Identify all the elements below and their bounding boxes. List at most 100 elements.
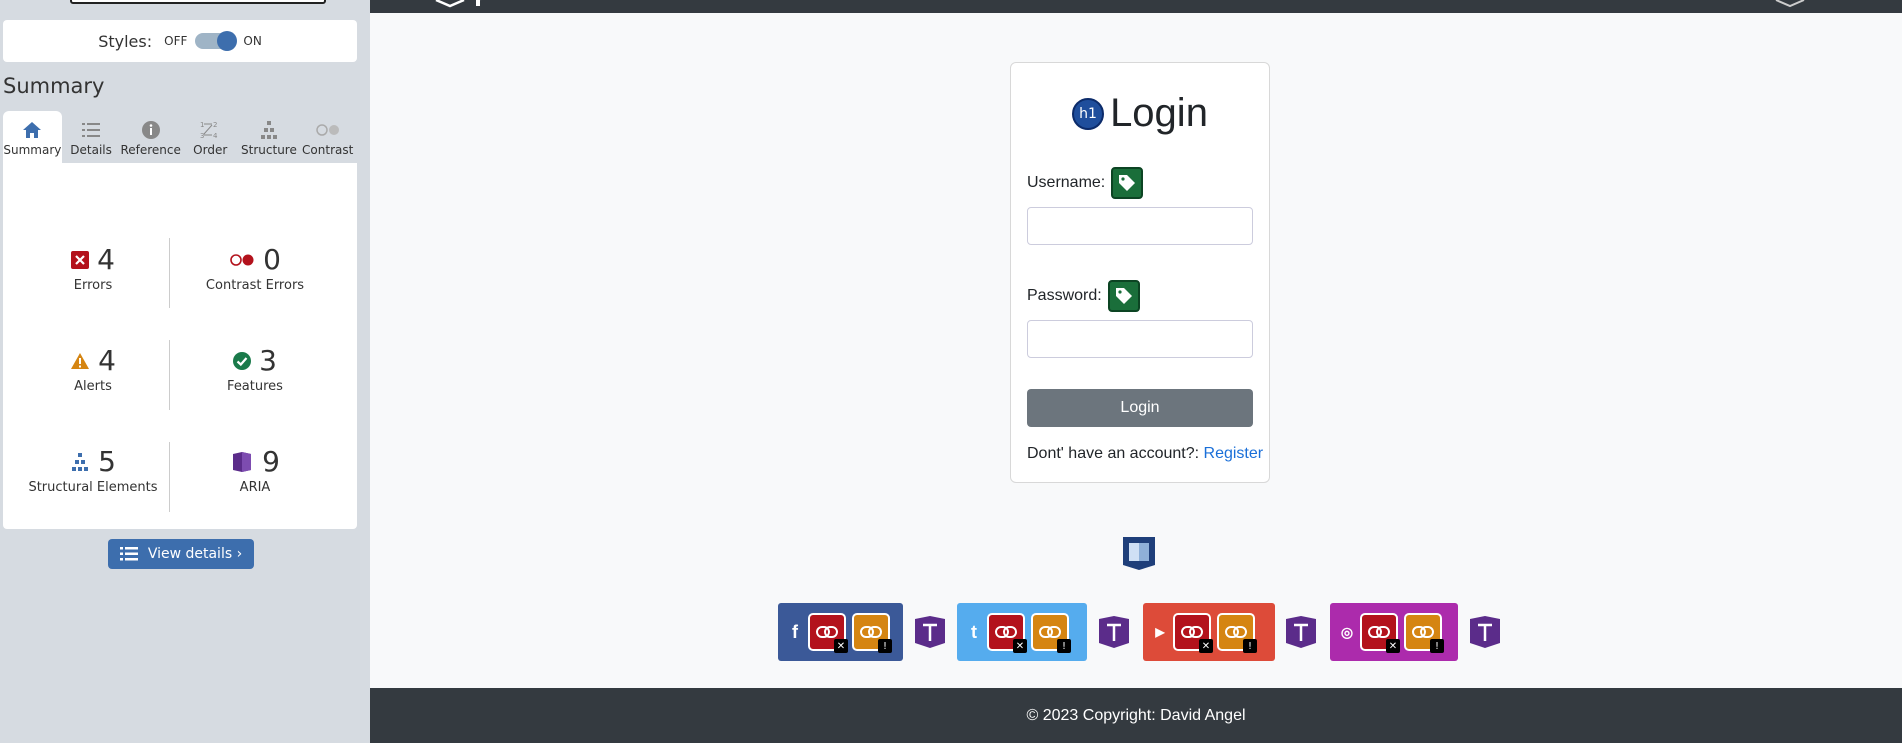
empty-link-error-icon[interactable]: ✕ [1173,613,1213,653]
tab-order[interactable]: 1 2 3 4 Order [180,111,240,163]
tab-reference-label: Reference [120,143,181,157]
alerts-count: 4 [98,344,116,377]
stat-features[interactable]: 3 Features [175,344,335,394]
navbar-toggle-icon[interactable] [1770,0,1810,12]
svg-text:1: 1 [200,121,204,129]
svg-text:4: 4 [213,132,218,140]
structural-count: 5 [98,445,116,478]
tab-summary-label: Summary [3,143,62,157]
aside-region-icon[interactable] [1121,535,1157,571]
wave-sidebar: Styles: OFF ON Summary Summary Details R… [0,0,370,743]
contrast-errors-count: 0 [263,243,281,276]
tab-contrast-label: Contrast [302,143,354,157]
view-details-button[interactable]: View details › [108,539,254,569]
username-input[interactable] [1027,207,1253,245]
errors-count: 4 [97,243,115,276]
errors-label: Errors [73,278,113,293]
alerts-label: Alerts [74,379,112,394]
social-youtube-button[interactable]: ▶ ✕ ! [1143,603,1275,661]
social-instagram-button[interactable]: ◎ ✕ ! [1330,603,1458,661]
aria-count: 9 [262,445,280,478]
stat-structural-elements[interactable]: 5 Structural Elements [13,445,173,495]
styles-toggle-box: Styles: OFF ON [3,20,357,62]
password-input[interactable] [1027,320,1253,358]
username-label: Username: [1027,174,1106,191]
features-label: Features [227,379,283,394]
redundant-link-alert-icon[interactable]: ! [1031,613,1071,653]
social-facebook-button[interactable]: f ✕ ! [778,603,903,661]
instagram-icon: ◎ [1340,623,1354,640]
redundant-link-alert-icon[interactable]: ! [1404,613,1444,653]
aria-label: ARIA [239,480,271,495]
twitter-icon: t [971,621,977,642]
stat-aria[interactable]: 9 ARIA [175,445,335,495]
view-details-label: View details › [147,546,243,562]
structure-icon [260,121,277,139]
page-footer: © 2023 Copyright: David Angel [370,688,1902,743]
tab-structure-label: Structure [241,143,297,157]
sidebar-url-input[interactable] [70,0,326,4]
aria-hidden-icon[interactable] [913,615,947,649]
tab-order-label: Order [193,143,228,157]
feature-check-icon [233,351,252,370]
tab-structure[interactable]: Structure [239,111,299,163]
summary-heading: Summary [3,74,105,98]
styles-label: Styles: [98,31,153,51]
tab-details-label: Details [70,143,112,157]
sidebar-tabs: Summary Details Reference 1 2 3 4 Order Str… [3,111,358,163]
tab-reference[interactable]: Reference [120,111,181,163]
login-title: Login [1110,91,1208,135]
youtube-icon: ▶ [1155,625,1165,639]
list-icon [82,123,101,137]
top-navbar [370,0,1902,13]
footer-copyright: © 2023 Copyright: David Angel [1026,706,1246,724]
password-label: Password: [1027,287,1102,304]
svg-text:3: 3 [200,132,204,140]
empty-link-error-icon[interactable]: ✕ [987,613,1027,653]
summary-panel: Summary Details Reference 1 2 3 4 Order Str… [3,111,358,569]
list-icon [119,547,138,561]
structure-icon [72,452,89,471]
empty-link-error-icon[interactable]: ✕ [808,613,848,653]
aria-icon [233,451,252,472]
summary-stats: 4 Errors 0 Contrast Errors 4 Alerts 3 Fe… [3,163,357,569]
aria-hidden-icon[interactable] [1097,615,1131,649]
login-button[interactable]: Login [1027,389,1253,427]
register-link[interactable]: Register [1204,445,1264,462]
label-tag-icon[interactable] [1111,167,1144,199]
tab-summary[interactable]: Summary [3,111,62,163]
aria-hidden-icon[interactable] [1468,615,1502,649]
redundant-link-alert-icon[interactable]: ! [852,613,892,653]
page-content: h1 Login Username: Password: Login Dont'… [370,0,1902,743]
svg-text:2: 2 [213,121,217,129]
styles-off-label: OFF [164,34,188,48]
stat-contrast-errors[interactable]: 0 Contrast Errors [175,243,335,293]
facebook-icon: f [792,621,798,642]
stat-alerts[interactable]: 4 Alerts [13,344,173,394]
redundant-link-alert-icon[interactable]: ! [1217,613,1257,653]
info-icon [141,121,160,139]
aria-hidden-icon[interactable] [1284,615,1318,649]
brand-logo-icon[interactable] [432,0,512,12]
login-card: h1 Login Username: Password: Login Dont'… [1010,62,1270,483]
label-tag-icon[interactable] [1107,280,1140,312]
error-icon [71,250,90,269]
styles-on-label: ON [243,34,262,48]
social-twitter-button[interactable]: t ✕ ! [957,603,1087,661]
home-icon [23,122,42,138]
contrast-icon [315,124,339,136]
stat-errors[interactable]: 4 Errors [13,243,173,293]
tab-contrast[interactable]: Contrast [298,111,358,163]
username-label-row: Username: [1027,167,1144,199]
register-line: Dont' have an account?: Register [1027,445,1263,463]
password-label-row: Password: [1027,280,1140,312]
features-count: 3 [259,344,277,377]
empty-link-error-icon[interactable]: ✕ [1360,613,1400,653]
tab-details[interactable]: Details [61,111,121,163]
structural-label: Structural Elements [28,480,158,495]
contrast-errors-label: Contrast Errors [205,278,305,293]
alert-icon [71,352,90,369]
h1-badge-icon[interactable]: h1 [1072,97,1105,130]
styles-toggle-switch[interactable] [195,31,238,51]
register-prompt: Dont' have an account?: [1027,445,1200,462]
